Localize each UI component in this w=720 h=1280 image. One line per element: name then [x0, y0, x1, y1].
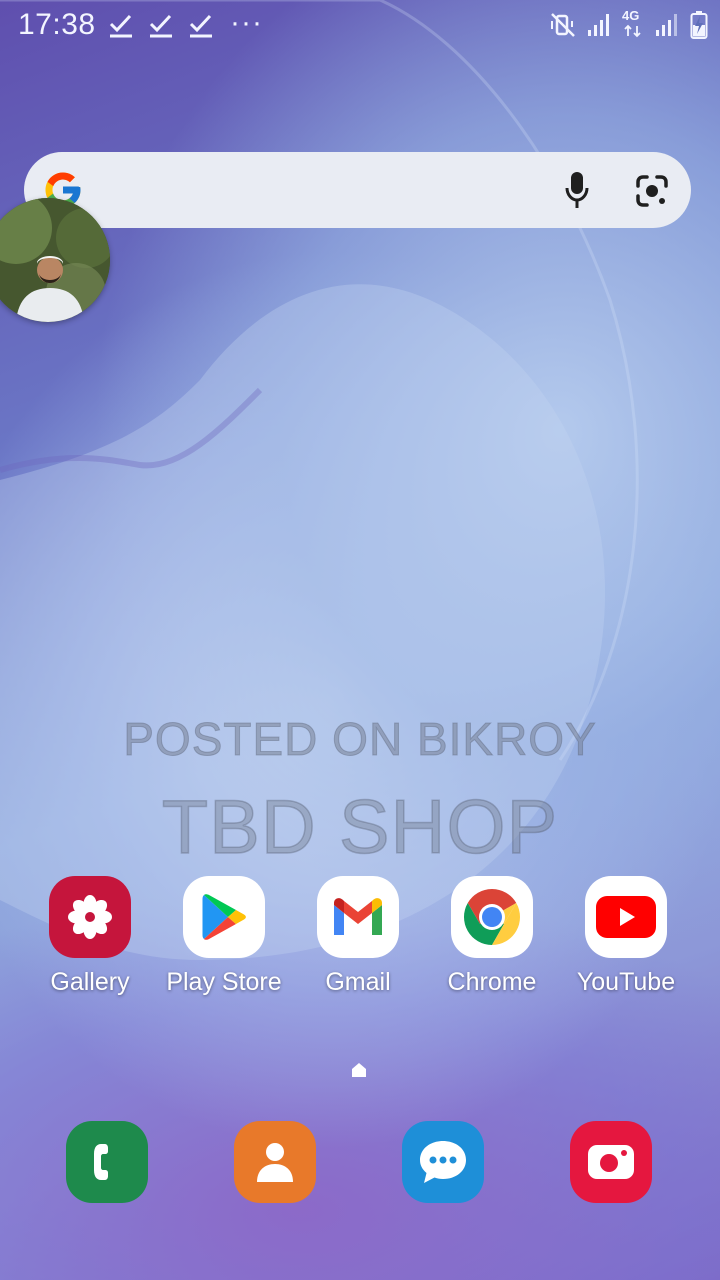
check-icon: [189, 14, 212, 38]
google-search-bar[interactable]: [24, 152, 691, 228]
notification-icons: [108, 12, 214, 38]
status-time: 17:38: [18, 8, 96, 41]
check-icon: [149, 14, 172, 38]
check-icon: [109, 14, 132, 38]
phone-icon[interactable]: [66, 1121, 148, 1203]
app-label: Gmail: [325, 968, 391, 996]
play-store-icon: [183, 876, 265, 958]
watermark-line1: POSTED ON BIKROY: [123, 713, 597, 766]
youtube-icon: [585, 876, 667, 958]
camera-icon[interactable]: [570, 1121, 652, 1203]
contacts-icon[interactable]: [234, 1121, 316, 1203]
app-chrome[interactable]: Chrome: [425, 876, 559, 997]
app-label: YouTube: [576, 968, 676, 996]
mic-icon[interactable]: [564, 170, 590, 210]
more-notifications-icon: ···: [230, 6, 263, 39]
mute-vibrate-icon: [551, 13, 575, 37]
gmail-icon: [317, 876, 399, 958]
google-lens-icon[interactable]: [635, 174, 669, 208]
messages-icon[interactable]: [402, 1121, 484, 1203]
app-youtube[interactable]: YouTube: [559, 876, 693, 997]
gallery-icon: [49, 876, 131, 958]
data-arrows-icon: [624, 24, 641, 38]
app-label: Play Store: [166, 968, 282, 996]
app-play-store[interactable]: Play Store: [157, 876, 291, 997]
system-icons: 4G: [550, 8, 708, 40]
home-page-indicator-icon[interactable]: [351, 1062, 367, 1078]
watermark-line2: TBD SHOP: [161, 784, 559, 871]
app-label: Gallery: [50, 968, 130, 996]
status-bar: 17:38 ··· 4G: [0, 0, 720, 52]
app-gmail[interactable]: Gmail: [291, 876, 425, 997]
app-label: Chrome: [447, 968, 537, 996]
app-gallery[interactable]: Gallery: [23, 876, 157, 997]
network-type: 4G: [622, 8, 640, 23]
battery-charging-icon: [690, 11, 708, 39]
signal-icon: [588, 14, 609, 36]
signal-icon: [656, 14, 677, 36]
chrome-icon: [451, 876, 533, 958]
